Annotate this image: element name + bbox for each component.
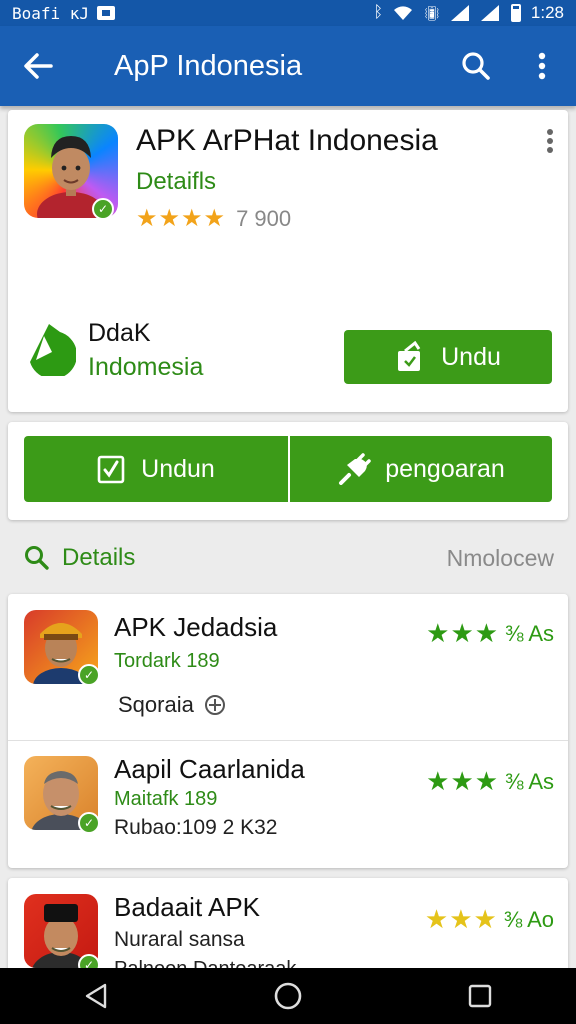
developer-name-line1: DdaK <box>88 319 151 347</box>
verified-badge: ✓ <box>78 664 100 686</box>
add-circle-icon <box>204 695 225 715</box>
developer-name[interactable]: DdaK Indomesia <box>88 316 203 384</box>
signal-icon-2 <box>480 5 499 21</box>
featured-app-name[interactable]: APK ArPHat Indonesia <box>136 124 438 158</box>
status-bar: Boafi ĸJ ᛒ 📳︎ 1:28 <box>0 0 576 26</box>
list-item-rating: ★★★ ⅜ Ao <box>425 904 554 935</box>
notification-icon <box>97 6 116 20</box>
checkbox-icon <box>97 455 125 484</box>
overflow-menu-button[interactable] <box>522 44 562 88</box>
wifi-icon <box>394 6 413 20</box>
manage-button[interactable]: pengoaran <box>290 436 552 502</box>
list-item-meta: Nuraral sansa <box>114 928 245 951</box>
featured-more-button[interactable] <box>546 128 554 159</box>
developer-logo-icon <box>30 324 76 376</box>
signal-icon <box>450 5 469 21</box>
more-vert-icon <box>547 129 553 153</box>
clock: 1:28 <box>530 3 564 22</box>
section-title: Details <box>62 544 136 571</box>
system-nav-bar <box>0 968 576 1024</box>
list-item-category: Sqoraia <box>118 692 226 718</box>
divider <box>8 740 568 741</box>
rating-row: ★★★★ 7 900 <box>136 204 291 233</box>
details-link[interactable]: Detaifls <box>136 168 216 196</box>
nav-recents-button[interactable] <box>450 968 510 1024</box>
bluetooth-icon: ᛒ <box>373 4 384 21</box>
triangle-back-icon <box>85 983 107 1009</box>
rating-stars: ★★★ <box>426 766 500 796</box>
app-bar: ApP Indonesia <box>0 26 576 106</box>
square-recents-icon <box>468 984 492 1008</box>
page-title: ApP Indonesia <box>114 49 303 82</box>
back-button[interactable] <box>0 26 76 106</box>
circle-home-icon <box>274 982 302 1010</box>
rating-stars: ★★★★ <box>136 205 227 232</box>
back-arrow-icon <box>24 53 53 79</box>
download-button[interactable]: Undun <box>24 436 288 502</box>
download-label: Undun <box>141 454 215 483</box>
battery-icon <box>510 4 521 22</box>
developer-name-line2: Indomesia <box>88 353 204 381</box>
list-item-category-label: Sqoraia <box>118 692 194 717</box>
section-header: Details Nmolocew <box>0 534 576 582</box>
list-item-size: Rubao:109 2 K32 <box>114 816 278 839</box>
nav-home-button[interactable] <box>258 968 318 1024</box>
list-item-rating: ★★★ ⅜ As <box>426 618 554 649</box>
verified-badge: ✓ <box>92 198 114 220</box>
section-more-link[interactable]: Nmolocew <box>447 545 554 572</box>
manage-label: pengoaran <box>385 454 505 483</box>
carrier-text: Boafi ĸJ <box>12 3 90 23</box>
rating-suffix: ⅜ Ao <box>503 906 554 932</box>
rating-stars: ★★★ <box>426 618 500 648</box>
rating-stars: ★★★ <box>424 904 498 934</box>
list-item-title: Badaait APK <box>114 892 260 922</box>
list-item-title: Aapil Caarlanida <box>114 754 305 784</box>
verified-badge: ✓ <box>78 812 100 834</box>
search-icon <box>25 546 49 570</box>
search-icon <box>462 52 490 80</box>
actions-card: Undun pengoaran <box>8 422 568 520</box>
list-item-meta: Tordark 189 <box>114 650 220 672</box>
install-button[interactable]: Undu <box>344 330 552 384</box>
plug-icon <box>339 453 371 485</box>
vibrate-icon: 📳︎ <box>423 4 441 21</box>
list-item-rating: ★★★ ⅜ As <box>426 766 554 797</box>
install-label: Undu <box>441 342 501 371</box>
more-vert-icon <box>538 52 546 80</box>
rating-count: 7 900 <box>236 205 292 231</box>
nav-back-button[interactable] <box>66 968 126 1024</box>
list-item-meta: Maitafk 189 <box>114 788 218 810</box>
list-item[interactable]: ✓ APK Jedadsia Tordark 189 Sqoraia ★★★ ⅜… <box>8 594 568 868</box>
search-button[interactable] <box>454 44 498 88</box>
rating-suffix: ⅜ As <box>505 768 554 794</box>
featured-app-card: ✓ APK ArPHat Indonesia Detaifls ★★★★ 7 9… <box>8 110 568 412</box>
install-icon <box>398 341 421 371</box>
rating-suffix: ⅜ As <box>505 620 554 646</box>
list-item-title: APK Jedadsia <box>114 612 278 642</box>
